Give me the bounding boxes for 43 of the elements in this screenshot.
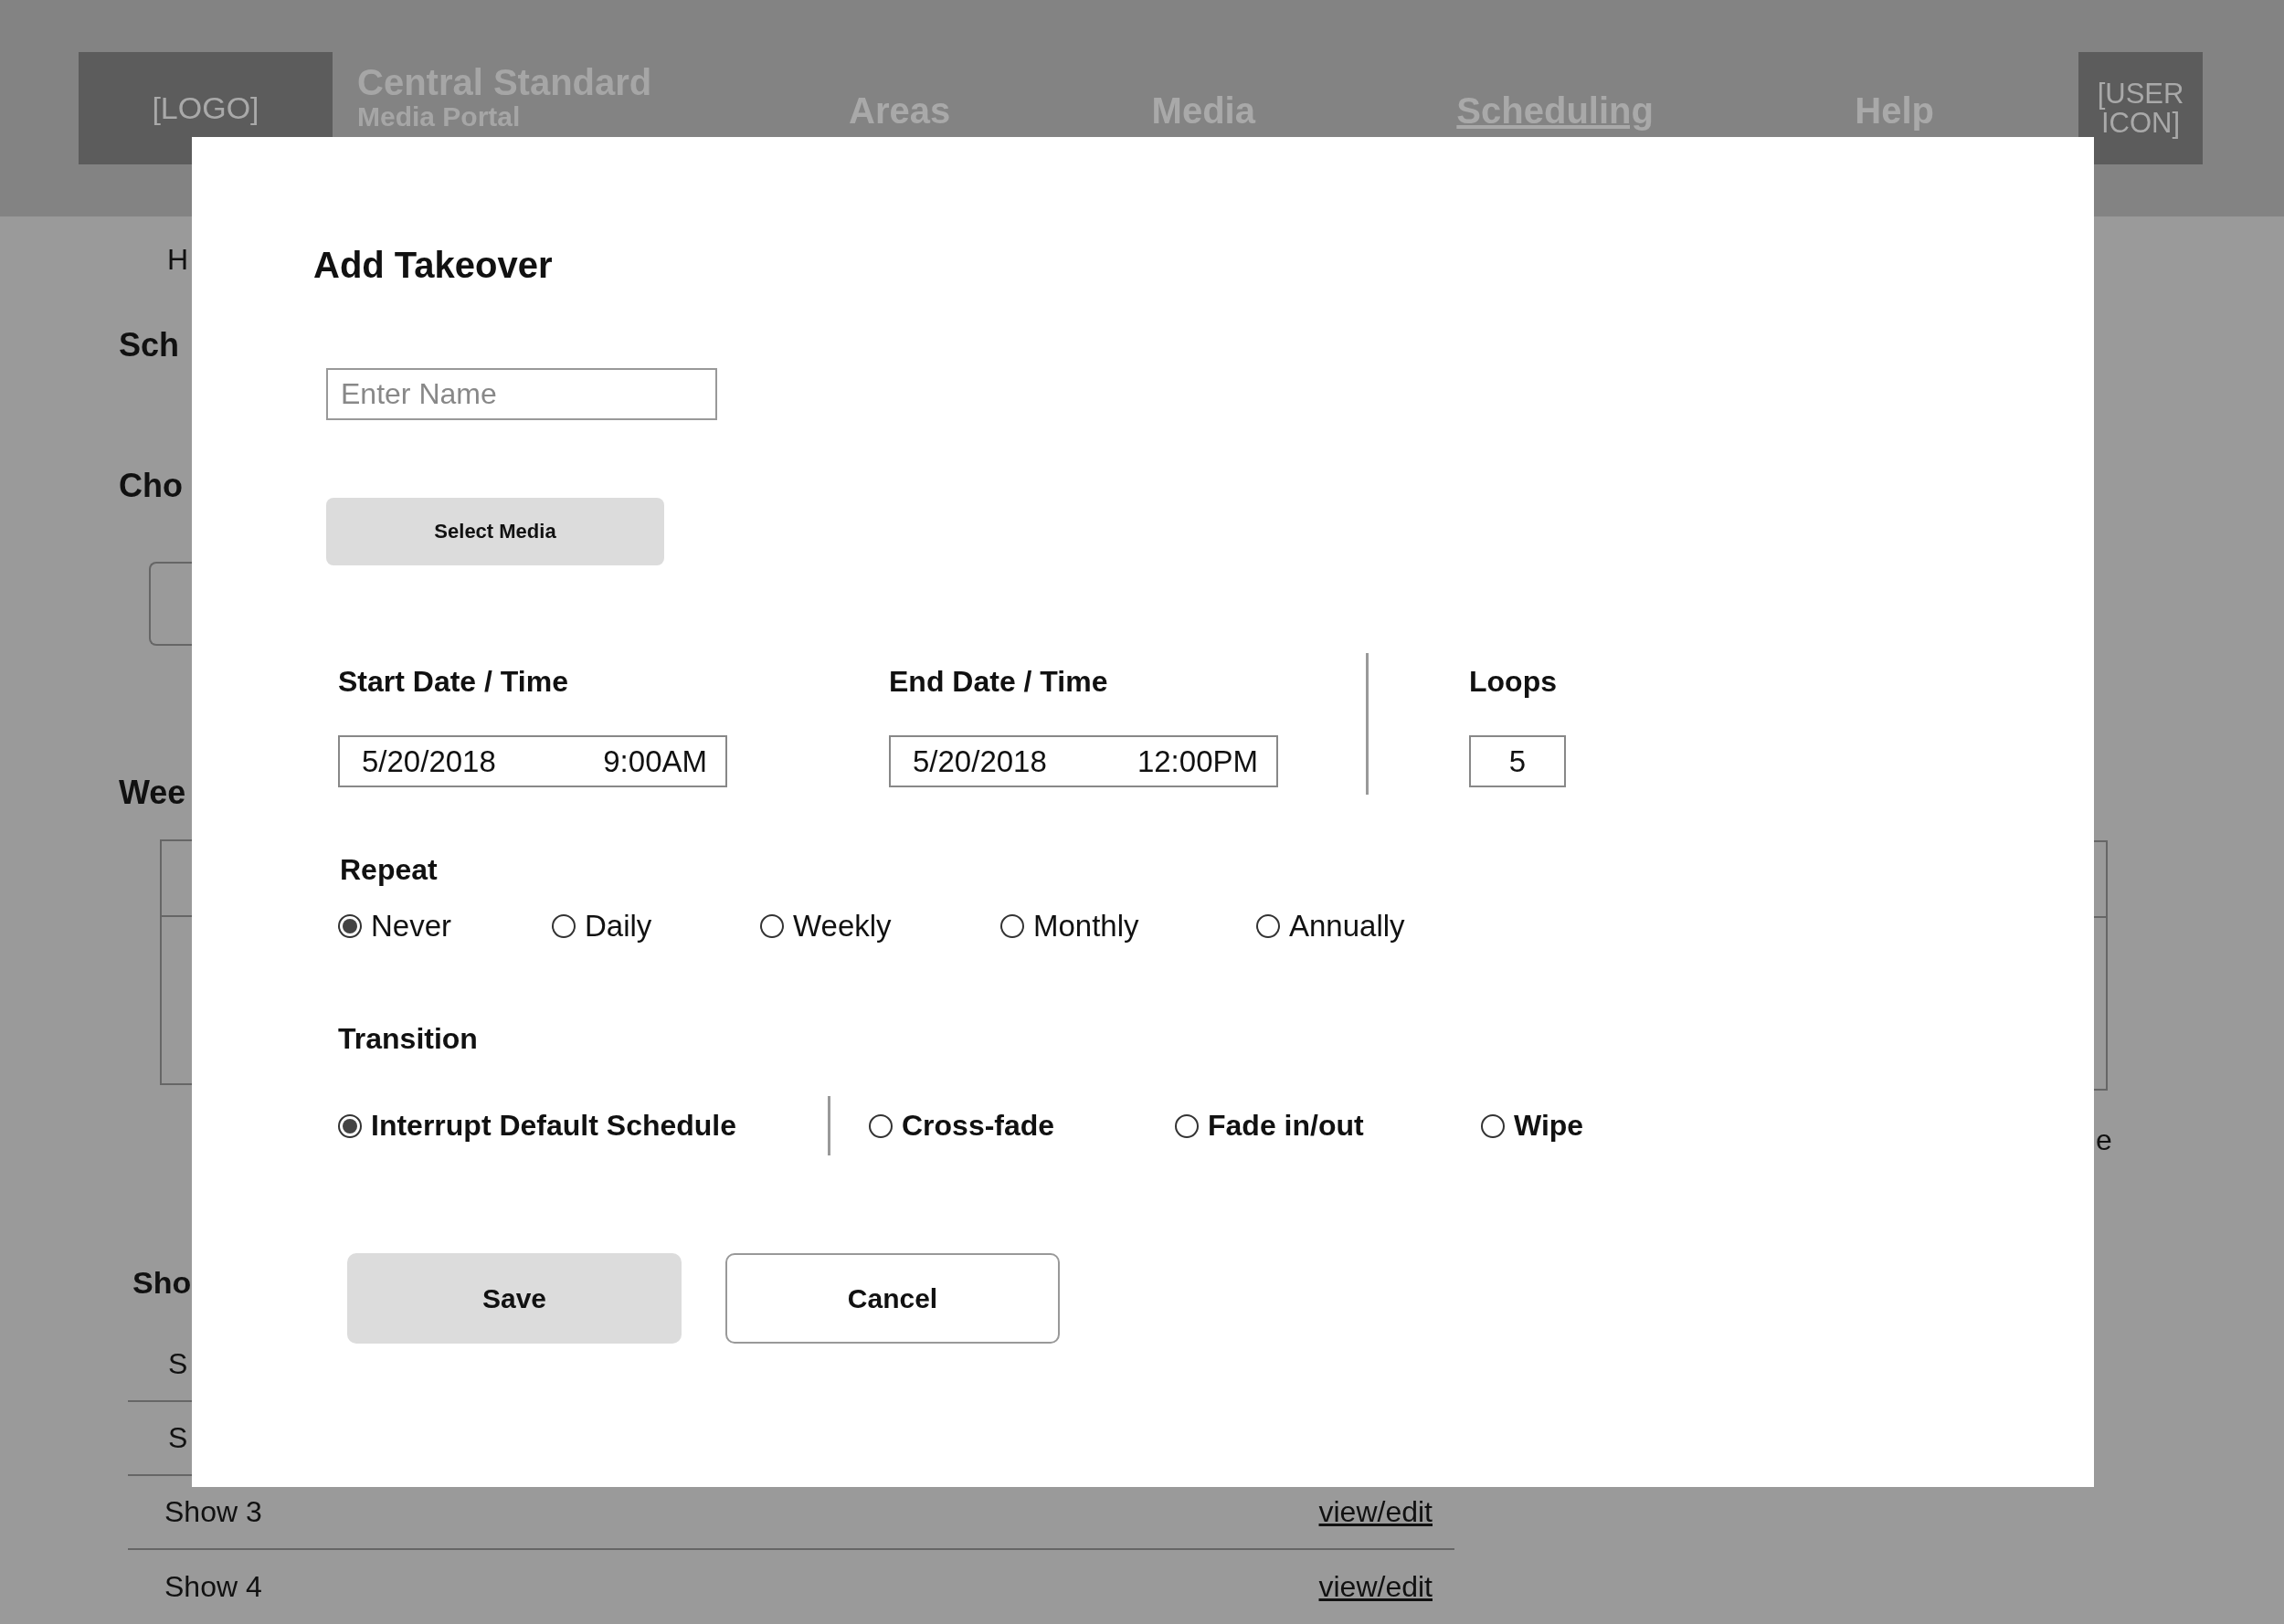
radio-label: Daily [585,909,652,944]
section-heading: Wee [119,772,186,813]
radio-label: Monthly [1033,909,1139,944]
show-name: S [168,1421,188,1455]
view-edit-link[interactable]: view/edit [1318,1570,1433,1604]
date-time-field[interactable]: 5/20/2018 9:00AM [338,735,727,787]
show-name: S [168,1347,188,1381]
show-name: Show 3 [164,1495,262,1529]
save-button[interactable]: Save [347,1253,682,1344]
radio-label: Wipe [1514,1109,1584,1143]
section-heading: Sch [119,325,180,365]
section-heading: Sho [132,1264,192,1301]
section-heading: Cho [119,466,183,506]
name-field[interactable]: Enter Name [326,368,717,420]
field-label: Transition [338,1021,478,1057]
radio-label: Cross-fade [902,1109,1055,1143]
radio-button[interactable] [1481,1113,1505,1138]
radio-label: Annually [1289,909,1405,944]
radio-label: Weekly [793,909,892,944]
breadcrumb[interactable]: H [167,241,189,278]
loops-field[interactable]: 5 [1469,735,1566,787]
show-name: Show 4 [164,1570,262,1604]
radio-button[interactable] [1175,1113,1199,1138]
table-text: e [2096,1123,2112,1158]
radio-label: Never [371,909,452,944]
radio-label: Fade in/out [1208,1109,1364,1143]
radio-button[interactable] [760,914,784,938]
view-edit-link[interactable]: view/edit [1318,1495,1433,1529]
select-media-button[interactable]: Select Media [326,498,664,565]
radio-button[interactable] [1000,914,1024,938]
cancel-button[interactable]: Cancel [725,1253,1060,1344]
field-label: Loops [1469,664,1557,700]
field-label: End Date / Time [889,664,1108,700]
dialog-title: Add Takeover [313,244,553,287]
radio-button[interactable] [338,914,362,938]
radio-label: Interrupt Default Schedule [371,1109,737,1143]
field-label: Start Date / Time [338,664,568,700]
radio-button[interactable] [338,1113,362,1138]
field-label: Repeat [340,852,438,888]
radio-button[interactable] [552,914,576,938]
radio-button[interactable] [869,1113,893,1138]
radio-button[interactable] [1256,914,1280,938]
date-time-field[interactable]: 5/20/2018 12:00PM [889,735,1278,787]
